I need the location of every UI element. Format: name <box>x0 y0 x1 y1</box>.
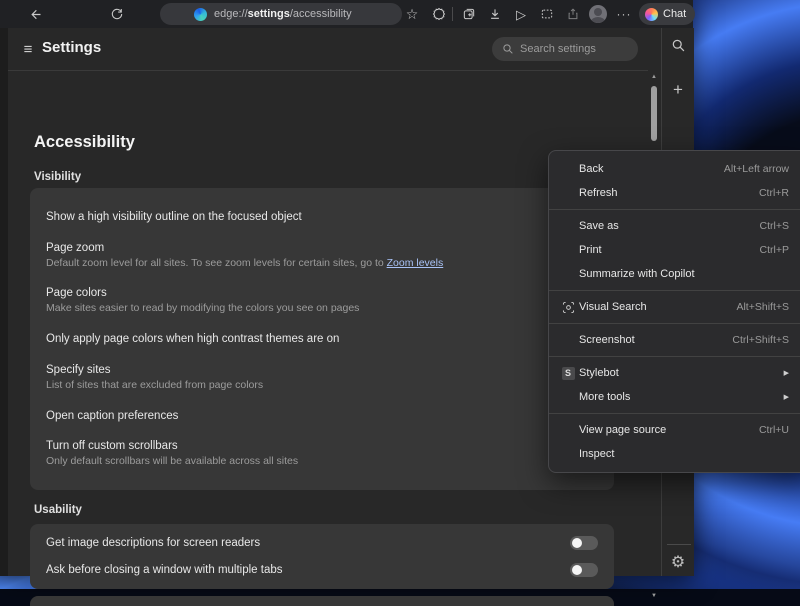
toggle-ask-before-closing[interactable] <box>570 562 598 577</box>
menu-item-print[interactable]: Print Ctrl+P <box>549 238 800 262</box>
address-bar[interactable]: edge://settings/accessibility <box>160 3 402 25</box>
avatar[interactable] <box>587 3 609 25</box>
usability-card: Get image descriptions for screen reader… <box>30 524 614 589</box>
browser-toolbar: edge://settings/accessibility ☆ ▷ ··· Ch… <box>0 0 696 28</box>
section-heading-usability: Usability <box>34 504 82 516</box>
menu-item-refresh[interactable]: Refresh Ctrl+R <box>549 181 800 205</box>
setting-row: Page colors Make sites easier to read by… <box>46 287 360 315</box>
favorites-star-icon[interactable]: ☆ <box>401 3 423 25</box>
context-menu: Back Alt+Left arrow Refresh Ctrl+R Save … <box>548 150 800 473</box>
scroll-up-icon[interactable]: ▲ <box>648 74 660 80</box>
download-icon[interactable] <box>484 3 506 25</box>
setting-row: Turn off custom scrollbars Only default … <box>46 440 299 468</box>
menu-item-screenshot[interactable]: Screenshot Ctrl+Shift+S <box>549 328 800 352</box>
setting-row: Get image descriptions for screen reader… <box>30 536 614 551</box>
search-placeholder: Search settings <box>520 43 596 55</box>
collections-icon[interactable] <box>458 3 480 25</box>
scroll-down-icon[interactable]: ▼ <box>648 593 660 599</box>
chat-label: Chat <box>663 8 687 20</box>
setting-row: Specify sites List of sites that are exc… <box>46 363 264 391</box>
menu-item-view-page-source[interactable]: View page source Ctrl+U <box>549 418 800 442</box>
menu-item-inspect[interactable]: Inspect <box>549 442 800 466</box>
submenu-arrow-icon: ▶ <box>783 394 789 401</box>
left-edge-strip <box>0 28 8 576</box>
menu-item-save-as[interactable]: Save as Ctrl+S <box>549 214 800 238</box>
submenu-arrow-icon: ▶ <box>783 370 789 377</box>
setting-row-open-caption-preferences[interactable]: Open caption preferences <box>30 410 614 422</box>
back-icon[interactable] <box>24 3 46 25</box>
menu-item-summarize-with-copilot[interactable]: Summarize with Copilot <box>549 262 800 286</box>
more-menu-icon[interactable]: ··· <box>613 3 635 25</box>
section-heading-visibility: Visibility <box>34 171 82 183</box>
menu-separator <box>549 413 800 414</box>
next-card-partial <box>30 596 614 606</box>
menu-separator <box>549 356 800 357</box>
menu-item-more-tools[interactable]: More tools ▶ <box>549 385 800 409</box>
menu-separator <box>549 323 800 324</box>
menu-item-visual-search[interactable]: Visual Search Alt+Shift+S <box>549 295 800 319</box>
setting-row: Only apply page colors when high contras… <box>46 333 340 345</box>
zoom-levels-link[interactable]: Zoom levels <box>387 257 444 269</box>
setting-row: Ask before closing a window with multipl… <box>30 562 614 577</box>
web-capture-icon[interactable] <box>536 3 558 25</box>
copilot-chat-button[interactable]: Chat <box>639 3 696 25</box>
visual-search-icon <box>557 299 579 315</box>
url-text: edge://settings/accessibility <box>214 8 352 20</box>
share-icon[interactable] <box>562 3 584 25</box>
hamburger-menu-icon[interactable]: ≡ <box>18 39 38 59</box>
stylebot-icon: S <box>557 365 579 381</box>
rail-divider <box>667 544 691 545</box>
settings-title: Settings <box>42 39 102 56</box>
setting-row: Page zoom Default zoom level for all sit… <box>46 241 444 269</box>
refresh-icon[interactable] <box>106 3 128 25</box>
extensions-icon[interactable] <box>428 3 450 25</box>
settings-header: ≡ Settings Search settings <box>8 28 648 71</box>
toggle-image-descriptions[interactable] <box>570 536 598 551</box>
edge-favicon <box>194 7 207 21</box>
page-title: Accessibility <box>34 133 135 151</box>
gear-icon[interactable]: ⚙ <box>662 552 694 572</box>
settings-search-input[interactable]: Search settings <box>492 37 638 61</box>
menu-separator <box>549 209 800 210</box>
scrollbar-thumb[interactable] <box>651 86 657 141</box>
visibility-card: Show a high visibility outline on the fo… <box>30 188 614 490</box>
menu-separator <box>549 290 800 291</box>
plus-icon[interactable]: + <box>662 80 694 100</box>
menu-item-stylebot[interactable]: S Stylebot ▶ <box>549 361 800 385</box>
send-icon[interactable]: ▷ <box>510 3 532 25</box>
toolbar-divider <box>452 7 453 21</box>
copilot-chat-icon <box>645 7 658 21</box>
search-icon <box>503 44 513 54</box>
search-icon[interactable] <box>662 38 694 53</box>
menu-item-back[interactable]: Back Alt+Left arrow <box>549 157 800 181</box>
setting-row: Show a high visibility outline on the fo… <box>46 210 302 223</box>
